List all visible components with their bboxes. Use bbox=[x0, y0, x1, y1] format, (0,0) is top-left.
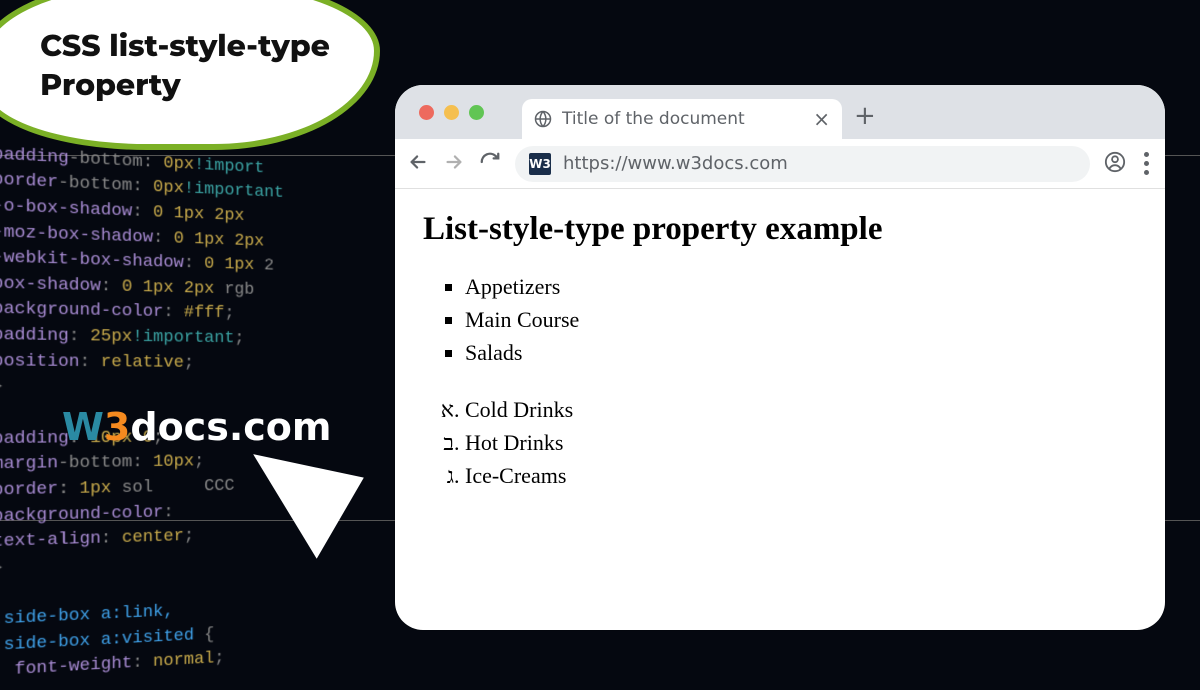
list-item: Hot Drinks bbox=[465, 426, 1137, 459]
address-bar[interactable]: W3 https://www.w3docs.com bbox=[515, 146, 1090, 182]
browser-menu-button[interactable] bbox=[1140, 152, 1153, 175]
new-tab-button[interactable]: + bbox=[854, 101, 876, 131]
list-item: Salads bbox=[465, 336, 1137, 369]
tab-title: Title of the document bbox=[562, 109, 803, 129]
window-controls bbox=[409, 105, 494, 120]
reload-button[interactable] bbox=[479, 151, 501, 177]
list-item: Cold Drinks bbox=[465, 393, 1137, 426]
url-text: https://www.w3docs.com bbox=[563, 153, 788, 174]
title-bubble: CSS list-style-type Property bbox=[0, 0, 380, 150]
list-item: Main Course bbox=[465, 303, 1137, 336]
back-button[interactable] bbox=[407, 151, 429, 177]
site-favicon: W3 bbox=[529, 153, 551, 175]
list-item: Appetizers bbox=[465, 270, 1137, 303]
close-tab-button[interactable]: × bbox=[813, 109, 830, 129]
w3docs-logo: W3docs.com bbox=[62, 405, 332, 449]
maximize-window-button[interactable] bbox=[469, 105, 484, 120]
browser-window: Title of the document × + W3 https://www… bbox=[395, 85, 1165, 630]
close-window-button[interactable] bbox=[419, 105, 434, 120]
hebrew-list: Cold DrinksHot DrinksIce-Creams bbox=[465, 393, 1137, 492]
globe-icon bbox=[534, 110, 552, 128]
forward-button[interactable] bbox=[443, 151, 465, 177]
tab-bar: Title of the document × + bbox=[395, 85, 1165, 139]
slide-title: CSS list-style-type Property bbox=[40, 26, 330, 104]
page-content: List-style-type property example Appetiz… bbox=[395, 189, 1165, 514]
browser-toolbar: W3 https://www.w3docs.com bbox=[395, 139, 1165, 189]
page-heading: List-style-type property example bbox=[423, 211, 1137, 248]
list-item: Ice-Creams bbox=[465, 459, 1137, 492]
square-list: AppetizersMain CourseSalads bbox=[465, 270, 1137, 369]
browser-tab[interactable]: Title of the document × bbox=[522, 99, 842, 139]
minimize-window-button[interactable] bbox=[444, 105, 459, 120]
profile-button[interactable] bbox=[1104, 151, 1126, 177]
